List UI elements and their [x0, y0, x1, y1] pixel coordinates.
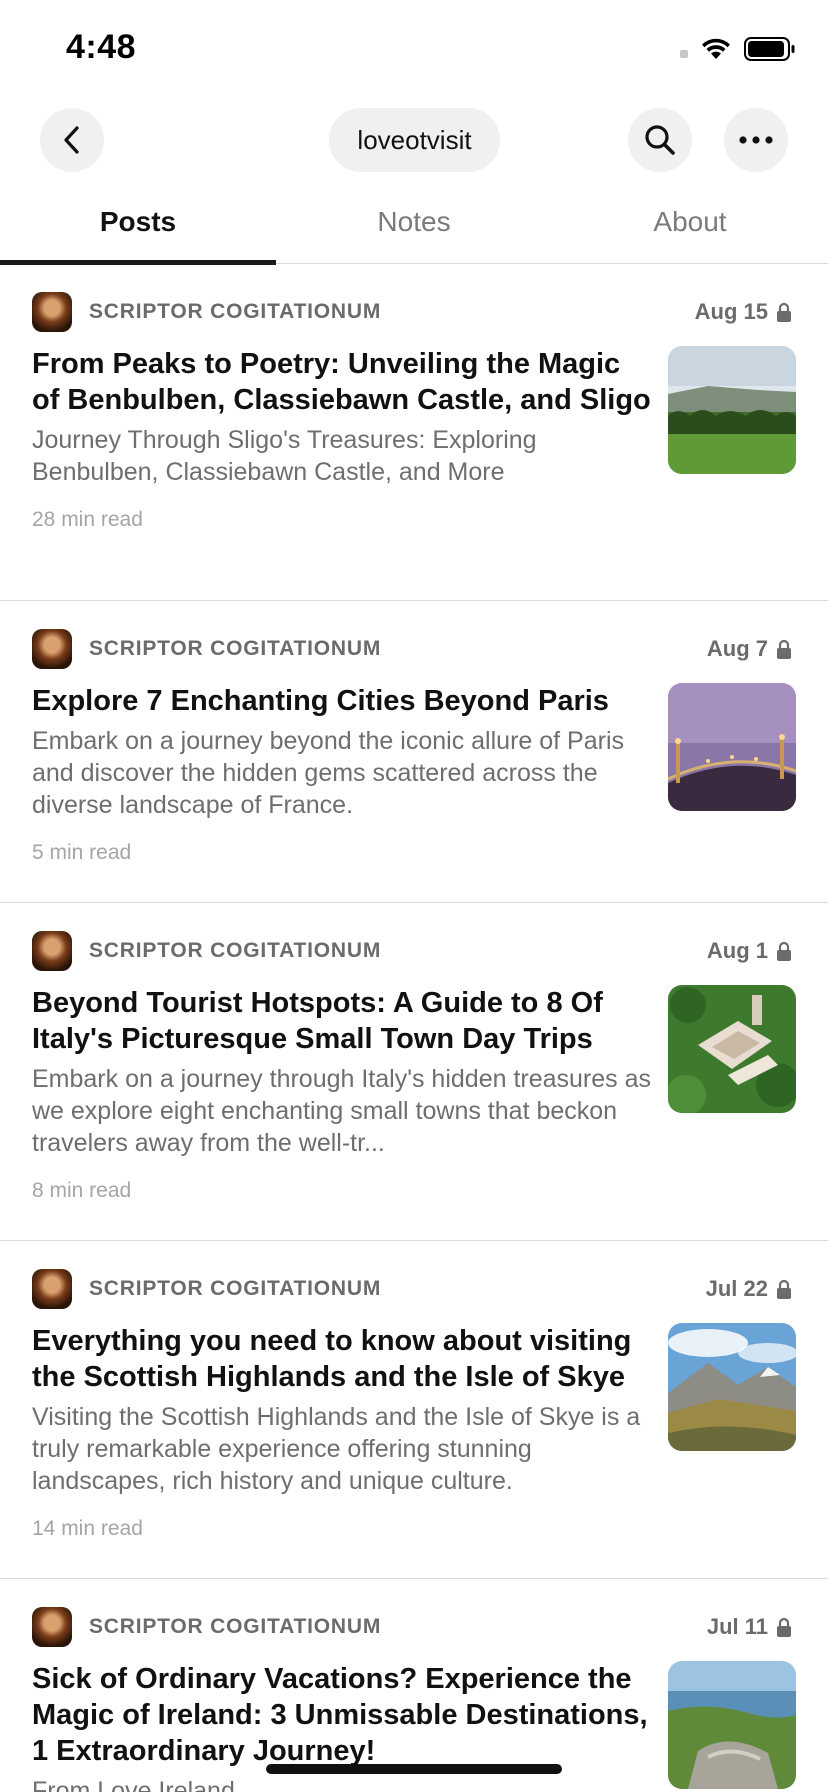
post-thumbnail[interactable]: [668, 346, 796, 474]
search-button[interactable]: [628, 108, 692, 172]
read-time: 5 min read: [32, 841, 132, 864]
author-name[interactable]: SCRIPTOR COGITATIONUM: [89, 939, 381, 963]
post-thumbnail[interactable]: [668, 1661, 796, 1789]
post-subtitle: Embark on a journey through Italy's hidd…: [32, 1065, 652, 1157]
post-item[interactable]: SCRIPTOR COGITATIONUM Jul 11 Sick of Ord…: [0, 1579, 828, 1792]
post-thumbnail[interactable]: [668, 683, 796, 811]
read-time: 28 min read: [32, 508, 143, 531]
tab-about[interactable]: About: [552, 190, 828, 264]
post-title[interactable]: Beyond Tourist Hotspots: A Guide to 8 Of…: [32, 985, 652, 1057]
chevron-left-icon: [64, 126, 79, 154]
publication-title[interactable]: loveotvisit: [329, 108, 500, 172]
bridge-thumbnail-image: [668, 683, 796, 811]
post-subtitle: From Love Ireland: [32, 1777, 235, 1792]
author-avatar[interactable]: [32, 1607, 72, 1647]
post-date: Jul 11: [706, 1614, 768, 1639]
more-options-button[interactable]: [724, 108, 788, 172]
more-horizontal-icon: [739, 136, 773, 144]
search-icon: [645, 125, 675, 155]
lock-icon: [777, 1279, 791, 1299]
post-item[interactable]: SCRIPTOR COGITATIONUM Jul 22 Everything …: [0, 1241, 828, 1579]
post-header: SCRIPTOR COGITATIONUM: [32, 629, 796, 669]
post-subtitle: Embark on a journey beyond the iconic al…: [32, 727, 624, 819]
tab-bar: Posts Notes About: [0, 190, 828, 265]
post-date: Jul 22: [705, 1276, 768, 1301]
post-date: Aug 1: [706, 938, 768, 963]
post-item[interactable]: SCRIPTOR COGITATIONUM Aug 15 From Peaks …: [0, 264, 828, 601]
lock-icon: [777, 302, 791, 322]
wifi-icon: [702, 38, 730, 59]
author-name[interactable]: SCRIPTOR COGITATIONUM: [89, 1277, 381, 1301]
post-header: SCRIPTOR COGITATIONUM: [32, 292, 796, 332]
tab-notes[interactable]: Notes: [276, 190, 552, 264]
post-date: Aug 7: [706, 636, 768, 661]
read-time: 14 min read: [32, 1517, 143, 1540]
post-thumbnail[interactable]: [668, 985, 796, 1113]
top-nav: loveotvisit: [0, 108, 828, 172]
post-date: Aug 15: [694, 299, 768, 324]
lock-icon: [777, 941, 791, 961]
post-header: SCRIPTOR COGITATIONUM: [32, 931, 796, 971]
back-button[interactable]: [40, 108, 104, 172]
coast-thumbnail-image: [668, 1661, 796, 1789]
read-time: 8 min read: [32, 1179, 132, 1202]
landscape-thumbnail-image: [668, 346, 796, 474]
status-bar: 4:48: [0, 0, 828, 100]
author-avatar[interactable]: [32, 1269, 72, 1309]
post-header: SCRIPTOR COGITATIONUM: [32, 1269, 796, 1309]
author-avatar[interactable]: [32, 292, 72, 332]
home-indicator: [266, 1764, 562, 1774]
author-name[interactable]: SCRIPTOR COGITATIONUM: [89, 637, 381, 661]
post-thumbnail[interactable]: [668, 1323, 796, 1451]
tab-posts[interactable]: Posts: [0, 190, 276, 265]
status-icons: [680, 36, 796, 62]
lock-icon: [777, 639, 791, 659]
post-header: SCRIPTOR COGITATIONUM: [32, 1607, 796, 1647]
post-title[interactable]: Everything you need to know about visiti…: [32, 1323, 652, 1395]
town-thumbnail-image: [668, 985, 796, 1113]
lock-icon: [777, 1617, 791, 1637]
post-item[interactable]: SCRIPTOR COGITATIONUM Aug 1 Beyond Touri…: [0, 903, 828, 1241]
author-name[interactable]: SCRIPTOR COGITATIONUM: [89, 300, 381, 324]
post-title[interactable]: Explore 7 Enchanting Cities Beyond Paris: [32, 683, 652, 719]
status-time: 4:48: [66, 28, 137, 66]
post-title[interactable]: Sick of Ordinary Vacations? Experience t…: [32, 1661, 652, 1769]
battery-icon: [744, 37, 795, 61]
post-subtitle: Journey Through Sligo's Treasures: Explo…: [32, 426, 537, 486]
highlands-thumbnail-image: [668, 1323, 796, 1451]
author-avatar[interactable]: [32, 931, 72, 971]
signal-icon: [680, 50, 688, 58]
post-feed: SCRIPTOR COGITATIONUM Aug 15 From Peaks …: [0, 264, 828, 1792]
post-title[interactable]: From Peaks to Poetry: Unveiling the Magi…: [32, 346, 652, 418]
author-name[interactable]: SCRIPTOR COGITATIONUM: [89, 1615, 381, 1639]
post-item[interactable]: SCRIPTOR COGITATIONUM Aug 7 Explore 7 En…: [0, 601, 828, 903]
post-subtitle: Visiting the Scottish Highlands and the …: [32, 1403, 641, 1495]
author-avatar[interactable]: [32, 629, 72, 669]
